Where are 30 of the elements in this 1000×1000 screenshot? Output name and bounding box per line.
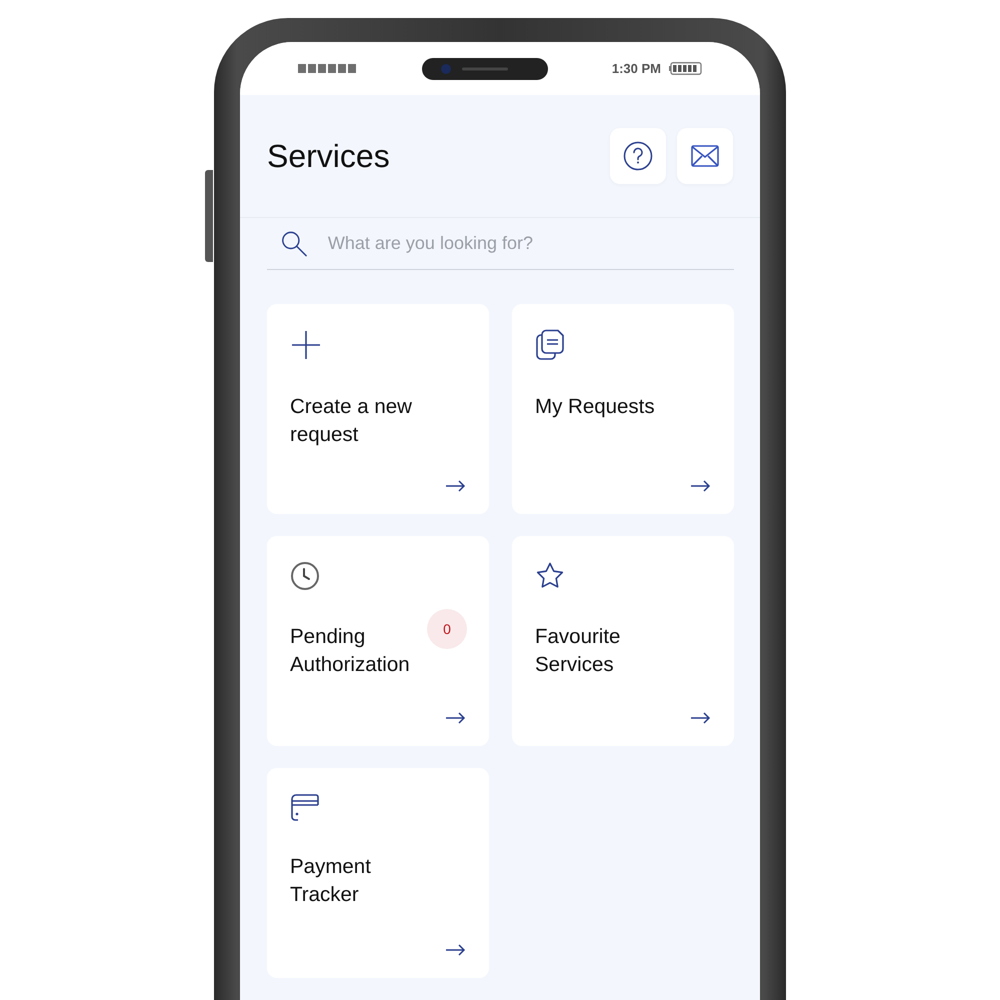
card-title: Create a new request [290,394,413,448]
card-icon [290,793,320,821]
mail-button[interactable] [677,128,733,184]
arrow-icon [691,480,711,492]
service-card[interactable]: Payment Tracker [267,768,489,978]
status-time: 1:30 PM [612,60,661,78]
search-icon [281,228,308,258]
battery-icon [668,62,702,75]
card-title: My Requests [535,394,656,420]
count-badge: 0 [427,609,467,649]
arrow-icon [446,944,466,956]
service-card[interactable]: My Requests [512,304,734,514]
arrow-icon [446,480,466,492]
signal-icon [298,64,358,73]
arrow-icon [446,712,466,724]
card-title: Payment Tracker [290,854,372,908]
plus-icon [290,329,322,361]
help-button[interactable] [610,128,666,184]
documents-icon [535,329,565,361]
help-icon [623,141,653,171]
page-title: Services [267,140,390,172]
search-field[interactable]: What are you looking for? [328,230,734,257]
arrow-icon [691,712,711,724]
card-title: Favourite Services [535,624,622,678]
service-card[interactable]: Pending Authorization 0 [267,536,489,746]
service-card[interactable]: Favourite Services [512,536,734,746]
service-card[interactable]: Create a new request [267,304,489,514]
mail-icon [691,145,719,167]
clock-icon [290,561,320,591]
card-title: Pending Authorization [290,624,411,678]
